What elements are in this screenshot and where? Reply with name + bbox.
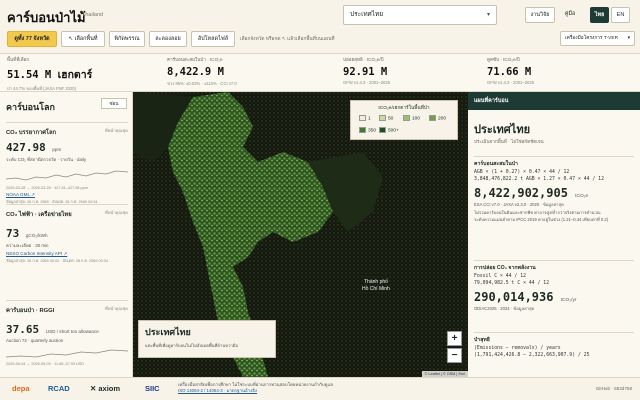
legend-swatch bbox=[429, 115, 436, 121]
axiom-logo: ✕ axiom bbox=[90, 384, 121, 393]
app-subtitle: Thailand bbox=[82, 12, 104, 18]
neso-api-link[interactable]: NESO Carbon Intensity API ↗ bbox=[6, 251, 128, 257]
co2-sparkline bbox=[6, 170, 128, 181]
carbon-map[interactable]: Thành phố Hồ Chí Minh tCO₂e/เฮกตาร์ในพื้… bbox=[133, 92, 468, 377]
rggi-sparkline bbox=[6, 349, 128, 358]
draw-button[interactable]: พิกัดพรรณ bbox=[109, 31, 145, 47]
legend-item: 1 bbox=[359, 115, 371, 121]
area-title: ประเทศไทย bbox=[474, 124, 531, 136]
stat-selected-area: พื้นที่ที่เลือก 51.54 M เฮกตาร์ ป่า 44.7… bbox=[7, 57, 93, 91]
legend-item: 50 bbox=[379, 115, 393, 121]
legend-swatch bbox=[359, 127, 366, 133]
global-carbon-sidebar: คาร์บอนโลก ซ่อน CO₂ บรรยากาศโลก ที่หน้าค… bbox=[0, 92, 133, 377]
chevron-down-icon: ▾ bbox=[486, 12, 490, 18]
manual-button[interactable]: คู่มือ bbox=[559, 7, 581, 23]
stat-net-emissions: ปล่อยสุทธิ · tCO₂e/ปี 92.91 M GFW v1.4.3… bbox=[343, 57, 391, 85]
zoom-out-button[interactable]: − bbox=[447, 348, 462, 363]
lang-th-button[interactable]: ไทย bbox=[590, 7, 609, 23]
legend-title: tCO₂e/เฮกตาร์ในพื้นที่ป่า bbox=[378, 106, 430, 111]
map-city-label: Thành phố bbox=[364, 279, 388, 285]
stat-removals: ดูดซับ · tCO₂e/ปี 71.66 M GFW v1.4.3 · 2… bbox=[487, 57, 535, 85]
legend-item: 100 bbox=[403, 115, 420, 121]
upload-file-button[interactable]: อัปโหลดไฟล์ bbox=[191, 31, 235, 47]
legend-swatch bbox=[379, 115, 386, 121]
sidebar-title: คาร์บอนโลก bbox=[6, 102, 55, 112]
zoom-in-button[interactable]: + bbox=[447, 331, 462, 346]
legend-item: 500+ bbox=[379, 127, 399, 133]
forest-carbon-section: คาร์บอนสะสมในป่า AGB × (1 + 0.27) × 0.47… bbox=[474, 156, 634, 256]
net-forest-section: ป่าสุทธิ (Emissions − removals) / years … bbox=[474, 332, 634, 372]
legend-swatch bbox=[359, 115, 366, 121]
top-header: คาร์บอนป่าไม้ Thailand ดูทั้ง 77 จังหวัด… bbox=[0, 0, 640, 54]
legend-item: 200 bbox=[429, 115, 446, 121]
map-area-card: ประเทศไทย แตะพื้นที่เพื่อดูคาร์บอนใน/ไม่… bbox=[138, 320, 276, 358]
select-area-button[interactable]: ↖ เลือกพื้นที่ bbox=[61, 31, 105, 47]
legend-swatch bbox=[379, 127, 386, 133]
footer-disclaimer: เครื่องมือสาธิตเพื่อการศึกษา ไม่ใช่ระบบท… bbox=[178, 382, 333, 394]
region-select[interactable]: ประเทศไทย ▾ bbox=[343, 5, 497, 25]
area-subtitle: ประเมินจากพื้นที่ · ไม่ใช่สกัดชัดเจน bbox=[474, 139, 544, 144]
summary-stats-bar: พื้นที่ที่เลือก 51.54 M เฮกตาร์ ป่า 44.7… bbox=[0, 54, 640, 92]
tver-tool-select[interactable]: เครื่องมือโครงการ T-VER ▾ bbox=[560, 31, 635, 46]
version-link[interactable]: GitHub · 583d758 bbox=[596, 386, 632, 391]
noaa-link[interactable]: NOAA GML ↗ bbox=[6, 192, 128, 198]
depa-logo: depa bbox=[12, 384, 30, 393]
app-title: คาร์บอนป่าไม้ bbox=[7, 10, 86, 25]
legend-swatch bbox=[403, 115, 410, 121]
hide-sidebar-button[interactable]: ซ่อน bbox=[101, 98, 127, 109]
selection-hint: เลือกจังหวัด หรือกด ↖ แล้วเลือกพื้นที่บน… bbox=[240, 37, 335, 42]
energy-emissions-section: การปล่อย CO₂ จากพลังงาน Fossil C × 44 / … bbox=[474, 260, 634, 328]
rcad-logo: RCAD bbox=[48, 384, 70, 393]
footer: depa RCAD ✕ axiom SIIC เครื่องมือสาธิตเพ… bbox=[0, 377, 640, 400]
view-all-provinces-button[interactable]: ดูทั้ง 77 จังหวัด bbox=[7, 31, 57, 47]
chevron-down-icon: ▾ bbox=[627, 36, 630, 41]
map-legend: tCO₂e/เฮกตาร์ในพื้นที่ป่า 1 50 100 200 3… bbox=[350, 100, 458, 140]
siic-logo: SIIC bbox=[145, 384, 160, 393]
rggi-card: คาร์บอนป่า · RGGI ที่หน้าคุณชุด 37.65 US… bbox=[6, 300, 128, 375]
legend-item: 350 bbox=[359, 127, 376, 133]
clear-button[interactable]: ละลองลอย bbox=[149, 31, 187, 47]
lang-en-button[interactable]: EN bbox=[611, 7, 630, 23]
method-button[interactable]: งานวิจัย bbox=[525, 7, 555, 23]
map-city-label: Hồ Chí Minh bbox=[362, 286, 390, 292]
area-detail-panel: แผนที่คาร์บอน ประเทศไทย ประเมินจากพื้นที… bbox=[468, 92, 640, 377]
grid-co2-card: CO₂ ไฟฟ้า · เครือข่ายไทย ที่หน้าคุณชุด 7… bbox=[6, 204, 128, 296]
iso-standard-link[interactable]: ISO 14064-2 / 14064-3 · มาตรฐานอ้างอิง bbox=[178, 388, 333, 394]
stat-forest-carbon: คาร์บอนสะสมในป่า · tCO₂e 8,422.9 M ช่วง … bbox=[167, 57, 237, 86]
co2-atmosphere-card: CO₂ บรรยากาศโลก ที่หน้าคุณชุด 427.98 ppm… bbox=[6, 122, 128, 204]
panel-header: แผนที่คาร์บอน bbox=[468, 92, 640, 110]
